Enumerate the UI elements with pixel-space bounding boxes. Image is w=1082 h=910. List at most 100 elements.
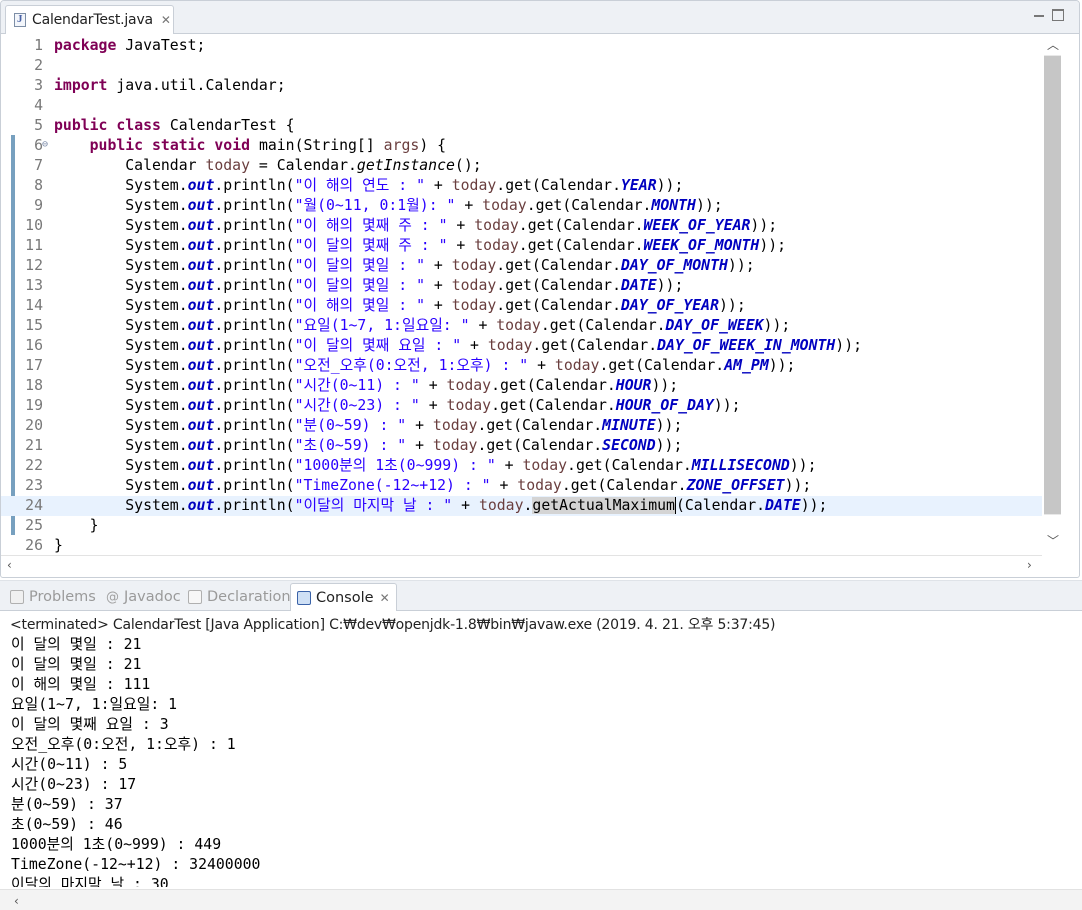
tab-declaration-label: Declaration xyxy=(207,589,291,605)
code-token: HOUR_OF_DAY xyxy=(615,397,714,414)
console-output-line: 분(0~59) : 37 xyxy=(11,796,123,813)
close-icon[interactable]: ✕ xyxy=(380,591,390,605)
code-token: ZONE_OFFSET xyxy=(686,477,785,494)
code-line[interactable]: 4 xyxy=(1,96,1042,116)
scroll-thumb[interactable] xyxy=(1044,56,1061,514)
code-token: + xyxy=(495,457,523,474)
code-token: today xyxy=(482,197,527,214)
code-line[interactable]: 21 System.out.println("초(0~59) : " + tod… xyxy=(1,436,1042,456)
code-token: public xyxy=(89,137,144,154)
code-token: AM_PM xyxy=(724,357,769,374)
code-line[interactable]: 16 System.out.println("이 달의 몇째 요일 : " + … xyxy=(1,336,1042,356)
code-token: .println( xyxy=(214,377,295,394)
code-line[interactable]: 12 System.out.println("이 달의 몇일 : " + tod… xyxy=(1,256,1042,276)
code-token: .println( xyxy=(214,437,295,454)
code-line[interactable]: 2 xyxy=(1,56,1042,76)
code-token: )); xyxy=(719,297,746,314)
code-token: out xyxy=(187,197,215,214)
code-line[interactable]: 14 System.out.println("이 해의 몇일 : " + tod… xyxy=(1,296,1042,316)
code-token: today xyxy=(478,497,524,514)
console-horizontal-scrollbar[interactable]: ‹ xyxy=(0,889,1082,910)
code-token: + xyxy=(425,297,452,314)
code-token: + xyxy=(406,417,433,434)
code-text: Calendar today = Calendar.getInstance(); xyxy=(54,156,481,176)
code-line[interactable]: 15 System.out.println("요일(1~7, 1:일요일: " … xyxy=(1,316,1042,336)
code-token: .println( xyxy=(214,497,295,514)
scroll-up-icon[interactable]: ︿ xyxy=(1047,39,1059,51)
code-line[interactable]: 22 System.out.println("1000분의 1초(0~999) … xyxy=(1,456,1042,476)
code-line[interactable]: 13 System.out.println("이 달의 몇일 : " + tod… xyxy=(1,276,1042,296)
code-line[interactable]: 5 public class CalendarTest { xyxy=(1,116,1042,136)
code-line[interactable]: 3 import java.util.Calendar; xyxy=(1,76,1042,96)
code-token: .get(Calendar. xyxy=(477,437,603,454)
code-token: )); xyxy=(768,357,796,374)
code-token: class xyxy=(116,117,161,134)
code-token: .get(Calendar. xyxy=(540,317,666,334)
fold-collapse-icon[interactable]: ⊖ xyxy=(42,135,48,155)
code-text: System.out.println("시간(0~11) : " + today… xyxy=(54,376,678,396)
code-token: )); xyxy=(763,317,791,334)
close-icon[interactable]: ✕ xyxy=(161,13,171,27)
code-line[interactable]: 1 package JavaTest; xyxy=(1,36,1042,56)
code-token: public xyxy=(54,117,108,134)
console-output[interactable]: 이 달의 몇일 : 21 이 달의 몇일 : 21 이 해의 몇일 : 111 요일(… xyxy=(11,635,1071,887)
code-line[interactable]: 8 System.out.println("이 해의 연도 : " + toda… xyxy=(1,176,1042,196)
line-number: 12 xyxy=(25,257,43,274)
tab-javadoc[interactable]: @ Javadoc xyxy=(106,583,181,611)
code-line[interactable]: 23 System.out.println("TimeZone(-12~+12)… xyxy=(1,476,1042,496)
code-line[interactable]: 24 System.out.println("이달의 마지막 날 : " + t… xyxy=(1,496,1042,516)
editor-vertical-scrollbar[interactable]: ︿ ﹀ xyxy=(1042,35,1063,555)
code-line[interactable]: 19 System.out.println("시간(0~23) : " + to… xyxy=(1,396,1042,416)
code-token: )); xyxy=(784,477,812,494)
code-line[interactable]: 18 System.out.println("시간(0~11) : " + to… xyxy=(1,376,1042,396)
code-line[interactable]: 17 System.out.println("오전_오후(0:오전, 1:오후)… xyxy=(1,356,1042,376)
line-number: 10 xyxy=(25,217,43,234)
tab-problems[interactable]: Problems xyxy=(10,583,96,611)
scroll-down-icon[interactable]: ﹀ xyxy=(1047,535,1059,547)
code-line[interactable]: 26} xyxy=(1,536,1042,555)
maximize-icon[interactable] xyxy=(1052,9,1064,21)
tab-declaration[interactable]: Declaration xyxy=(188,583,291,611)
code-text: } xyxy=(54,536,63,555)
editor-horizontal-scrollbar[interactable]: ‹ › xyxy=(1,555,1042,575)
code-token: today xyxy=(446,397,492,414)
tab-console-label: Console xyxy=(316,589,374,606)
editor-tab-calendartest[interactable]: CalendarTest.java ✕ xyxy=(5,5,174,34)
code-line[interactable]: 9 System.out.println("월(0~11, 0:1월): " +… xyxy=(1,196,1042,216)
code-token: System. xyxy=(54,397,188,414)
code-token: SECOND xyxy=(602,437,656,454)
code-token: .get(Calendar. xyxy=(526,197,652,214)
line-number: 23 xyxy=(25,477,43,494)
code-token: .println( xyxy=(214,457,295,474)
code-token: out xyxy=(187,277,215,294)
code-token: "요일(1~7, 1:일요일: " xyxy=(294,317,470,334)
code-line[interactable]: 25 } xyxy=(1,516,1042,536)
code-token: import xyxy=(54,77,108,94)
code-text: System.out.println("1000분의 1초(0~999) : "… xyxy=(54,456,816,476)
code-token: )); xyxy=(835,337,863,354)
code-token: .println( xyxy=(214,237,295,254)
scroll-left-icon[interactable]: ‹ xyxy=(7,559,12,571)
code-token: .println( xyxy=(214,417,295,434)
scroll-right-icon[interactable]: › xyxy=(1027,559,1032,571)
scroll-left-icon[interactable]: ‹ xyxy=(14,895,19,907)
code-line[interactable]: 20 System.out.println("분(0~59) : " + tod… xyxy=(1,416,1042,436)
code-line[interactable]: 7 Calendar today = Calendar.getInstance(… xyxy=(1,156,1042,176)
code-token: )); xyxy=(800,497,828,514)
code-line[interactable]: 10 System.out.println("이 해의 몇째 주 : " + t… xyxy=(1,216,1042,236)
code-token: today xyxy=(451,297,497,314)
line-number: 24 xyxy=(25,497,43,514)
code-token: today xyxy=(451,177,497,194)
minimize-icon[interactable] xyxy=(1033,9,1045,21)
code-token: System. xyxy=(54,277,188,294)
code-token: "이 달의 몇일 : " xyxy=(294,277,425,294)
code-line[interactable]: 6 ⊖ public static void main(String[] args… xyxy=(1,136,1042,156)
tab-console[interactable]: Console ✕ xyxy=(290,583,397,611)
bottom-views-part: Problems @ Javadoc Declaration Console ✕… xyxy=(0,580,1082,910)
code-line[interactable]: 11 System.out.println("이 달의 몇째 주 : " + t… xyxy=(1,236,1042,256)
code-token: + xyxy=(406,437,433,454)
code-editor[interactable]: 1 package JavaTest; 2 3 import java.util.Cal… xyxy=(1,35,1042,555)
code-token: today xyxy=(432,437,478,454)
code-token: "오전_오후(0:오전, 1:오후) : " xyxy=(294,357,529,374)
code-text: import java.util.Calendar; xyxy=(54,76,286,96)
